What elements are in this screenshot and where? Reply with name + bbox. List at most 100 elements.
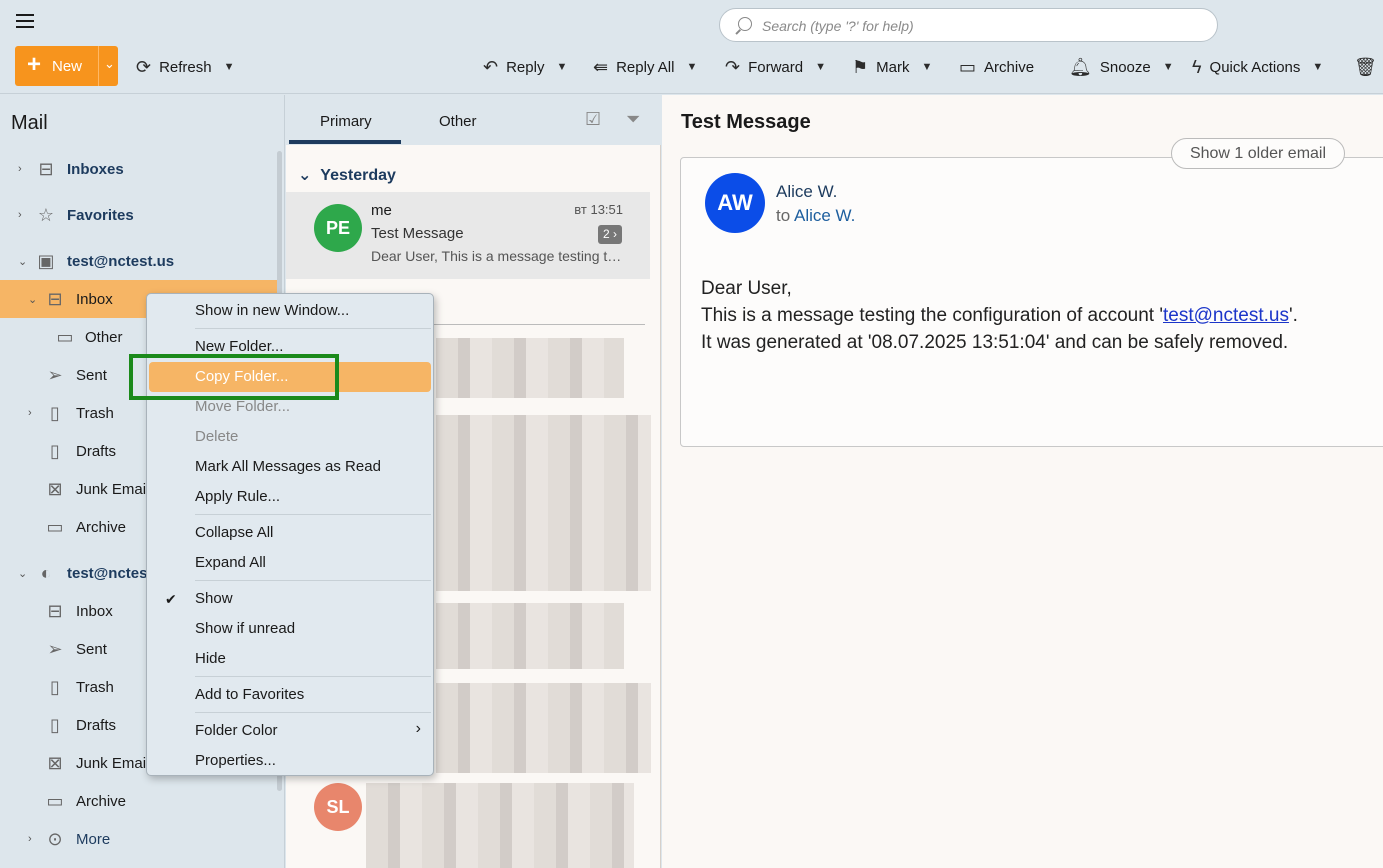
message-preview: Dear User, This is a message testing the… <box>371 248 629 264</box>
menu-separator <box>195 580 431 581</box>
body-line: Dear User, <box>701 278 792 299</box>
chevron-down-icon[interactable]: ⌄ <box>18 567 27 580</box>
mark-button[interactable]: ⚑ Mark ▼ <box>852 56 932 78</box>
sender-name[interactable]: Alice W. <box>776 182 837 202</box>
chevron-right-icon[interactable]: › <box>28 833 32 845</box>
chevron-down-icon[interactable]: ▼ <box>921 61 932 73</box>
sidebar-title: Mail <box>11 112 48 134</box>
menu-item-expand-all[interactable]: Expand All <box>147 548 433 578</box>
snooze-label: Snooze <box>1099 58 1151 76</box>
sidebar-item-favorites[interactable]: › ☆ Favorites <box>0 196 277 234</box>
chevron-right-icon: › <box>415 720 421 737</box>
show-older-email-button[interactable]: Show 1 older email <box>1171 138 1345 169</box>
bell-icon: 🔔︎ <box>1069 56 1092 77</box>
sidebar-item-label: More <box>76 830 111 848</box>
forward-button[interactable]: ↷ Forward ▼ <box>725 56 826 78</box>
menu-item-show-in-new-window[interactable]: Show in new Window... <box>147 296 433 326</box>
hamburger-menu-icon[interactable] <box>16 14 34 28</box>
chevron-down-icon[interactable]: ▼ <box>224 61 235 73</box>
email-link[interactable]: test@nctest.us <box>1163 305 1289 326</box>
sent-icon: ➢ <box>47 639 63 659</box>
group-header[interactable]: ⌄ Yesterday <box>298 165 396 185</box>
chevron-down-icon[interactable]: ⌄ <box>104 56 115 72</box>
menu-item-hide[interactable]: Hide <box>147 644 433 674</box>
menu-separator <box>195 328 431 329</box>
message-tabs: Primary Other ☑ ⏷ <box>286 95 661 145</box>
folder-icon: ▭ <box>56 327 74 347</box>
trash-icon: 🗑︎ <box>1354 56 1377 77</box>
archive-icon: ▭ <box>46 791 64 811</box>
body-line: It was generated at '08.07.2025 13:51:04… <box>701 332 1289 353</box>
sidebar-item-archive-2[interactable]: ▭ Archive <box>0 782 277 820</box>
lightning-icon: ϟ <box>1192 56 1202 77</box>
refresh-button[interactable]: ⟳ Refresh ▼ <box>136 56 235 78</box>
archive-icon: ▭ <box>46 517 64 537</box>
to-prefix: to <box>776 206 791 225</box>
chevron-down-icon[interactable]: ▼ <box>686 61 697 73</box>
menu-item-delete[interactable]: Delete <box>147 422 433 452</box>
thread-count-badge[interactable]: 2 › <box>597 225 622 244</box>
chevron-down-icon: ⌄ <box>298 167 312 184</box>
menu-separator <box>195 676 431 677</box>
archive-button[interactable]: ▭ Archive <box>959 56 1034 78</box>
chevron-right-icon[interactable]: › <box>18 163 22 175</box>
reply-all-button[interactable]: ⇚ Reply All ▼ <box>593 56 697 78</box>
menu-item-folder-color[interactable]: Folder Color <box>147 716 433 746</box>
sidebar-item-label: Drafts <box>76 716 117 734</box>
menu-item-properties[interactable]: Properties... <box>147 746 433 776</box>
snooze-button[interactable]: 🔔︎ Snooze ▼ <box>1069 56 1174 78</box>
archive-icon: ▭ <box>959 56 977 77</box>
menu-item-apply-rule[interactable]: Apply Rule... <box>147 482 433 512</box>
search-box[interactable]: Search (type '?' for help) <box>719 8 1218 42</box>
menu-item-add-to-favorites[interactable]: Add to Favorites <box>147 680 433 710</box>
top-bar: Search (type '?' for help) + New ⌄ ⟳ Ref… <box>0 0 1383 94</box>
chevron-down-icon[interactable]: ▼ <box>1163 61 1174 73</box>
sidebar-item-label: Inboxes <box>67 160 124 178</box>
junk-icon: ⊠ <box>47 753 63 773</box>
menu-item-show[interactable]: Show <box>147 584 433 614</box>
message-body: Dear User, This is a message testing the… <box>701 275 1298 356</box>
menu-item-show-if-unread[interactable]: Show if unread <box>147 614 433 644</box>
menu-item-mark-all-read[interactable]: Mark All Messages as Read <box>147 452 433 482</box>
active-tab-indicator <box>289 140 401 144</box>
body-text: '. <box>1288 305 1298 326</box>
quick-actions-button[interactable]: ϟ Quick Actions ▼ <box>1192 56 1323 78</box>
filter-icon[interactable]: ⏷ <box>626 109 640 130</box>
reply-button[interactable]: ↶ Reply ▼ <box>483 56 567 78</box>
highlight-box <box>129 354 339 400</box>
delete-button[interactable]: 🗑︎ <box>1354 56 1383 78</box>
forward-label: Forward <box>748 58 804 76</box>
chevron-down-icon[interactable]: ▼ <box>1312 61 1323 73</box>
sidebar-item-label: Archive <box>76 518 127 536</box>
reply-icon: ↶ <box>483 56 499 77</box>
chevron-right-icon[interactable]: › <box>18 209 22 221</box>
sidebar-item-inboxes[interactable]: › ⊟ Inboxes <box>0 150 277 188</box>
menu-item-collapse-all[interactable]: Collapse All <box>147 518 433 548</box>
sent-icon: ➢ <box>47 365 63 385</box>
sidebar-item-label: Junk Email <box>76 754 150 772</box>
sidebar-item-more[interactable]: › ⊙ More <box>0 820 277 858</box>
chevron-down-icon[interactable]: ⌄ <box>28 293 37 306</box>
body-text: This is a message testing the configurat… <box>701 305 1163 326</box>
sidebar-item-label: Inbox <box>76 290 113 308</box>
avatar: PE <box>314 204 362 252</box>
tab-primary[interactable]: Primary <box>320 113 372 130</box>
sidebar-account-1[interactable]: ⌄ ▣ test@nctest.us <box>0 242 277 280</box>
sidebar-item-label: test@nctest.us <box>67 252 175 270</box>
sidebar-item-label: Sent <box>76 640 107 658</box>
message-item[interactable]: PE me вт 13:51 Test Message 2 › Dear Use… <box>286 192 650 279</box>
chevron-down-icon[interactable]: ▼ <box>815 61 826 73</box>
refresh-label: Refresh <box>159 58 212 76</box>
select-all-icon[interactable]: ☑ <box>585 109 601 130</box>
message-subject: Test Message <box>371 225 464 242</box>
chevron-down-icon[interactable]: ▼ <box>556 61 567 73</box>
forward-icon: ↷ <box>725 56 741 77</box>
new-button[interactable]: + New ⌄ <box>15 46 118 86</box>
recipient-name[interactable]: Alice W. <box>794 206 855 225</box>
chevron-right-icon[interactable]: › <box>28 407 32 419</box>
tab-other[interactable]: Other <box>439 113 477 130</box>
chevron-down-icon[interactable]: ⌄ <box>18 255 27 268</box>
blurred-message <box>436 338 624 398</box>
sidebar-item-label: Archive <box>76 792 127 810</box>
menu-separator <box>195 514 431 515</box>
